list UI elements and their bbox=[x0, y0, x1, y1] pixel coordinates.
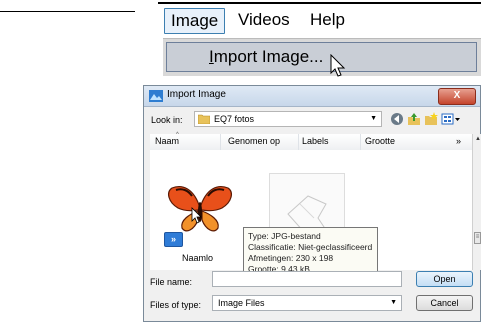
vertical-scrollbar[interactable]: ▲ ≡ bbox=[472, 134, 481, 270]
column-labels[interactable]: Labels bbox=[302, 136, 329, 146]
app-icon bbox=[149, 90, 163, 102]
view-menu-icon[interactable] bbox=[441, 112, 461, 126]
dialog-titlebar[interactable]: Import Image X bbox=[144, 86, 480, 107]
top-rule-left bbox=[0, 11, 135, 12]
more-columns-icon[interactable]: » bbox=[456, 136, 461, 146]
cancel-button[interactable]: Cancel bbox=[416, 295, 473, 311]
image-menu-dropdown: Import Image... bbox=[163, 38, 481, 76]
close-button[interactable]: X bbox=[438, 88, 476, 105]
scroll-up-icon[interactable]: ▲ bbox=[475, 136, 481, 142]
new-folder-icon[interactable] bbox=[424, 112, 438, 126]
expand-button[interactable]: » bbox=[164, 232, 183, 247]
menu-videos[interactable]: Videos bbox=[238, 8, 290, 32]
column-grootte[interactable]: Grootte bbox=[365, 136, 395, 146]
column-separator bbox=[360, 134, 361, 150]
tooltip-dimensions: Afmetingen: 230 x 198 bbox=[248, 253, 334, 263]
mouse-pointer-icon bbox=[330, 54, 346, 77]
files-of-type-label: Files of type: bbox=[150, 300, 202, 310]
column-separator bbox=[220, 134, 221, 150]
files-of-type-value: Image Files bbox=[218, 298, 265, 308]
column-header: ^ Naam Genomen op Labels Grootte » bbox=[150, 132, 472, 151]
back-icon[interactable] bbox=[390, 112, 404, 126]
file-name-label: File name: bbox=[150, 277, 193, 287]
chevron-down-icon: ▼ bbox=[370, 115, 377, 122]
file-name-input[interactable] bbox=[212, 271, 402, 287]
tooltip-classification: Classificatie: Niet-geclassificeerd bbox=[248, 242, 373, 252]
scroll-thumb[interactable]: ≡ bbox=[474, 232, 481, 244]
column-separator bbox=[298, 134, 299, 150]
import-image-label: Import Image... bbox=[209, 47, 324, 66]
look-in-value: EQ7 fotos bbox=[214, 114, 255, 124]
top-rule-right bbox=[158, 2, 481, 4]
file-name-label-truncated[interactable]: Naamlo bbox=[182, 253, 213, 263]
tooltip-type: Type: JPG-bestand bbox=[248, 231, 321, 241]
menu-bar: Image Videos Help bbox=[160, 6, 481, 34]
look-in-combo[interactable]: EQ7 fotos ▼ bbox=[194, 111, 382, 127]
up-folder-icon[interactable] bbox=[407, 112, 421, 126]
chevron-down-icon: ▼ bbox=[390, 299, 397, 306]
menu-help[interactable]: Help bbox=[310, 8, 345, 32]
files-of-type-select[interactable]: Image Files ▼ bbox=[212, 295, 402, 311]
mouse-pointer-icon bbox=[191, 207, 202, 224]
open-button[interactable]: Open bbox=[416, 271, 473, 287]
import-image-dialog: Import Image X Look in: EQ7 fotos ▼ ^ Na… bbox=[143, 85, 481, 322]
look-in-label: Look in: bbox=[151, 115, 183, 125]
dialog-title: Import Image bbox=[167, 89, 226, 100]
column-naam[interactable]: Naam bbox=[155, 136, 179, 146]
folder-icon bbox=[198, 114, 210, 124]
menu-image[interactable]: Image bbox=[164, 8, 226, 34]
import-image-menu-item[interactable]: Import Image... bbox=[166, 42, 477, 72]
column-genomen-op[interactable]: Genomen op bbox=[228, 136, 280, 146]
